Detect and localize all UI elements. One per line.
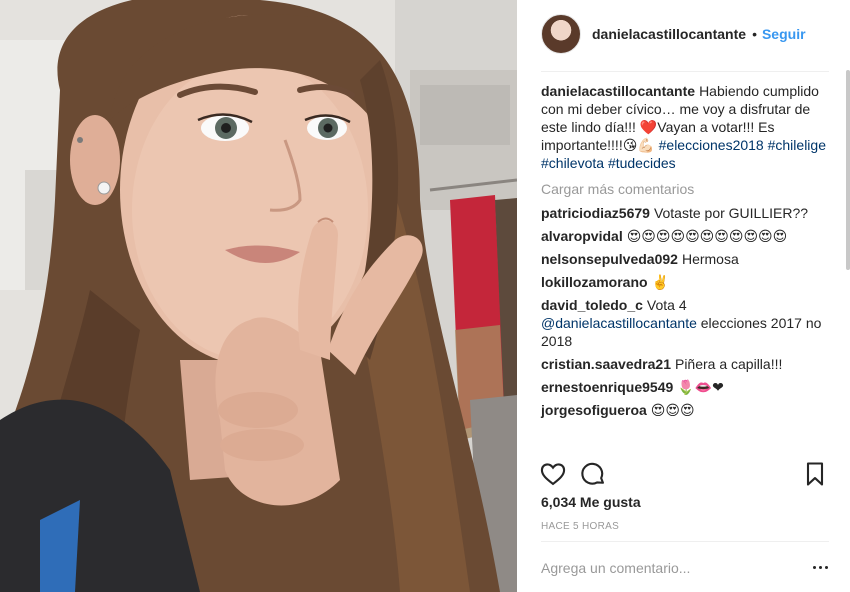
- comment-username[interactable]: lokillozamorano: [541, 274, 648, 290]
- header-divider: [541, 71, 829, 72]
- comment-text: 😍😍😍😍😍😍😍😍😍😍😍: [626, 228, 788, 244]
- comment-text: 🌷👄❤: [677, 379, 724, 395]
- comment-item: patriciodiaz5679 Votaste por GUILLIER??: [541, 204, 831, 222]
- comment-username[interactable]: david_toledo_c: [541, 297, 643, 313]
- comments-scrollbar[interactable]: [846, 70, 850, 270]
- post-photo: [0, 0, 517, 592]
- post-header: danielacastillocantante • Seguir: [517, 0, 850, 68]
- avatar[interactable]: [541, 14, 581, 54]
- selfie-illustration: [0, 0, 517, 592]
- post-timestamp: HACE 5 HORAS: [541, 521, 620, 532]
- comment-username[interactable]: patriciodiaz5679: [541, 205, 650, 221]
- comment-username[interactable]: alvaropvidal: [541, 228, 623, 244]
- comment-username[interactable]: nelsonsepulveda092: [541, 251, 678, 267]
- comment-text: Votaste por GUILLIER??: [653, 205, 809, 221]
- post-author-username[interactable]: danielacastillocantante: [592, 26, 746, 42]
- comment-username[interactable]: jorgesofigueroa: [541, 402, 647, 418]
- hashtag-link[interactable]: #chilelige: [768, 137, 826, 153]
- comment-item: lokillozamorano ✌️: [541, 273, 831, 291]
- comment-text: Hermosa: [681, 251, 739, 267]
- separator-dot: •: [752, 26, 757, 42]
- comment-username[interactable]: cristian.saavedra21: [541, 356, 671, 372]
- comment-item: alvaropvidal 😍😍😍😍😍😍😍😍😍😍😍: [541, 227, 831, 245]
- heart-outline-icon[interactable]: [539, 460, 567, 488]
- add-comment-input[interactable]: [541, 556, 776, 580]
- comment-divider: [541, 541, 829, 542]
- comment-item: nelsonsepulveda092 Hermosa: [541, 250, 831, 268]
- caption: danielacastillocantante Habiendo cumplido…: [541, 82, 831, 172]
- comment-item: david_toledo_c Vota 4 @danielacastillocan…: [541, 296, 831, 350]
- comment-item: jorgesofigueroa 😍😍😍: [541, 401, 831, 419]
- comment-item: cristian.saavedra21 Piñera a capilla!!!: [541, 355, 831, 373]
- follow-button[interactable]: Seguir: [762, 26, 806, 42]
- hashtag-link[interactable]: #elecciones2018: [659, 137, 764, 153]
- mention-link[interactable]: @danielacastillocantante: [541, 315, 697, 331]
- comment-text: Vota 4: [646, 297, 687, 313]
- load-more-comments-button[interactable]: Cargar más comentarios: [541, 180, 831, 198]
- comment-text: ✌️: [651, 274, 670, 290]
- comment-bubble-icon[interactable]: [579, 460, 607, 488]
- comments-list: danielacastillocantante Habiendo cumplido…: [541, 82, 831, 424]
- bookmark-icon[interactable]: [801, 460, 829, 488]
- comment-text: 😍😍😍: [650, 402, 695, 418]
- comment-text: Piñera a capilla!!!: [674, 356, 783, 372]
- caption-username[interactable]: danielacastillocantante: [541, 83, 695, 99]
- hashtag-link[interactable]: #chilevota: [541, 155, 604, 171]
- post-panel: danielacastillocantante • Seguir daniela…: [517, 0, 850, 592]
- action-bar: [539, 460, 829, 488]
- comment-item: ernestoenrique9549 🌷👄❤: [541, 378, 831, 396]
- comment-username[interactable]: ernestoenrique9549: [541, 379, 673, 395]
- likes-count[interactable]: 6,034 Me gusta: [541, 494, 641, 510]
- hashtag-link[interactable]: #tudecides: [608, 155, 676, 171]
- ellipsis-icon[interactable]: [813, 562, 829, 572]
